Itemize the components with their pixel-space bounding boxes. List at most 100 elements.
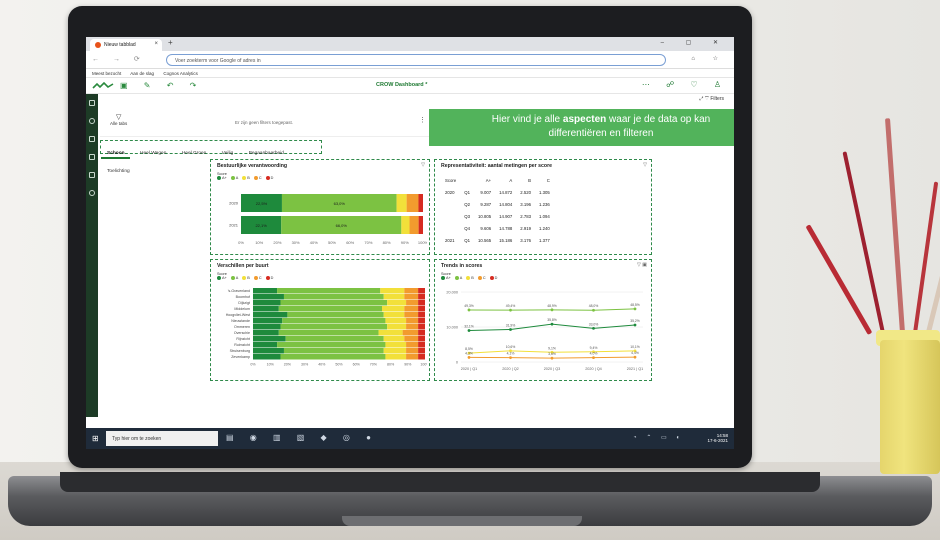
tick-label: 90% — [404, 363, 412, 367]
new-tab-button[interactable]: + — [168, 38, 173, 47]
bar-segment — [406, 300, 419, 306]
table-cell: 2021 — [445, 237, 455, 243]
panel-filter-icon[interactable]: ▽ — [421, 162, 425, 168]
header-actions[interactable]: ⋯ ☍ ♡ ♙ — [642, 80, 728, 89]
data-point — [509, 356, 512, 360]
bar-segment — [418, 330, 425, 336]
system-tray-icons[interactable]: ◔ ⌃ ▭ ◐ — [633, 434, 684, 441]
table-cell — [441, 222, 460, 234]
bar-segment — [418, 300, 425, 306]
bar-segment — [253, 306, 279, 312]
folder-icon[interactable] — [89, 154, 95, 160]
panel-bestuurlijk[interactable]: Bestuurlijke verantwoording ▽ Score A+ A B… — [210, 159, 430, 255]
close-tab-icon[interactable]: × — [154, 41, 158, 47]
dashboard-title[interactable]: CROW Dashboard * — [376, 82, 427, 88]
data-label: 35,2% — [630, 319, 640, 323]
legend-dot — [242, 276, 247, 280]
bar-segment — [278, 330, 379, 336]
panel-filter-icon[interactable]: ▽ — [643, 162, 647, 168]
legend-item: B — [242, 276, 250, 280]
taskbar-apps[interactable]: ▤ ◉ ▥ ▧ ◆ ◎ ● — [226, 433, 378, 442]
panel-title: Representativiteit: aantal metingen per … — [441, 163, 552, 169]
bar-segment — [402, 330, 419, 336]
table-cell: Q2 — [464, 201, 470, 207]
bar-segment — [404, 336, 419, 342]
home-icon[interactable] — [89, 100, 95, 106]
taskbar-clock[interactable]: 14:58 17-6-2021 — [707, 433, 728, 443]
header-tools[interactable]: ▣ ✎ ↶ ↷ — [120, 81, 203, 90]
table-cell: Q1 — [464, 237, 470, 243]
panel-representativiteit[interactable]: Representativiteit: aantal metingen per … — [434, 159, 652, 255]
data-label: 22,5% — [256, 201, 268, 206]
address-bar[interactable]: Voer zoekterm voor Google of adres in — [166, 54, 666, 66]
data-point — [633, 355, 637, 359]
data-point — [509, 308, 512, 312]
bar-segment — [406, 342, 419, 348]
windows-start-icon[interactable]: ⊞ — [92, 434, 99, 443]
bar-segment — [418, 306, 425, 312]
table-cell: 9.007 — [480, 189, 492, 195]
tab-heel-groen[interactable]: Heel Groen — [176, 147, 212, 159]
bookmark-item[interactable]: Meest bezocht — [92, 71, 121, 76]
library-icon[interactable] — [89, 172, 95, 178]
bar-segment — [418, 318, 425, 324]
legend-dot — [253, 176, 258, 180]
panel-verschillen[interactable]: Verschillen per buurt Score A+ A B C D 's-Gr… — [210, 259, 430, 381]
panel-filter-icon[interactable]: ▽ ▣ — [637, 262, 647, 268]
line-chart: 0 10.000 20.000 2020 | Q1 2020 | Q2 2020 | Q3… — [446, 291, 643, 372]
search-icon[interactable] — [89, 118, 95, 124]
taskbar-search[interactable]: Typ hier om te zoeken — [106, 431, 218, 446]
table-cell: 14.872 — [499, 189, 513, 195]
tick-label: 30% — [301, 363, 309, 367]
bookmark-item[interactable]: Cognos Analytics — [163, 71, 198, 76]
browser-tab[interactable]: Nieuw tabblad × — [90, 39, 162, 51]
data-label: 22,1% — [255, 223, 267, 228]
tick-label: 0% — [238, 240, 244, 245]
tab-toelichting[interactable]: Toelichting — [101, 165, 135, 177]
bar-segment — [406, 318, 419, 324]
legend-dot — [454, 276, 459, 280]
window-controls[interactable]: – ▢ ✕ — [661, 39, 728, 46]
bar-segment — [418, 342, 425, 348]
table-header-cell: C — [546, 177, 550, 183]
app-header: ▣ ✎ ↶ ↷ CROW Dashboard * ⋯ ☍ ♡ ♙ — [86, 78, 734, 94]
data-point — [592, 326, 595, 330]
no-filters-text: Er zijn geen filters toegepast. — [235, 120, 294, 125]
panel-title: Bestuurlijke verantwoording — [217, 163, 288, 169]
notes-icon[interactable] — [89, 136, 95, 142]
tab-veilig[interactable]: Veilig — [216, 147, 238, 159]
table-cell: 9.606 — [480, 225, 492, 231]
bar-segment — [404, 294, 419, 300]
stacked-bar-chart: 2020 2021 0% 10% 20% 30% 40% 50% 60% 70% 80% 90% 100… — [229, 194, 427, 245]
filters-button[interactable]: ⤢ ▽ Filters — [699, 96, 724, 102]
legend-item: A+ — [217, 276, 227, 280]
table-cell: 15.186 — [499, 237, 513, 243]
clock-icon[interactable] — [89, 190, 95, 196]
data-label: 63,0% — [334, 201, 346, 206]
callout-text: Hier vind je alle aspecten waar je de da… — [491, 114, 711, 139]
data-point — [467, 356, 471, 359]
all-filters-button[interactable]: ▽ Alle tabs — [110, 113, 127, 126]
tab-heel-wegen[interactable]: Heel Wegen — [134, 147, 171, 159]
tab-begaanbaarheid[interactable]: Begaanbaarheid — [243, 147, 289, 159]
table-row: 2020 Q1 9.007 14.872 2.520 1.305 — [441, 186, 554, 198]
address-bar-actions[interactable]: ⌂ ☆ — [691, 55, 726, 62]
data-point — [509, 328, 512, 331]
data-label: 33,0% — [589, 322, 599, 326]
bar-segment — [404, 312, 419, 318]
bar-segment — [380, 288, 405, 294]
tick-label: 30% — [292, 240, 300, 245]
legend-dot — [441, 276, 445, 280]
table-cell: 14.804 — [499, 201, 513, 207]
tick-label: 2020 | Q4 — [585, 367, 602, 371]
navigation-buttons[interactable]: ← → ⟳ — [92, 55, 146, 63]
bar-segment — [378, 330, 403, 336]
more-icon[interactable]: ⋮ — [419, 116, 426, 124]
panel-trends[interactable]: Trends in scores ▽ ▣ Score A+ A B C D 0 10.00… — [434, 259, 652, 381]
legend-item: C — [253, 276, 262, 280]
bar-segment — [383, 312, 405, 318]
bookmark-item[interactable]: Aan de slag — [130, 71, 154, 76]
chart-legend: Score A+ A B C D — [217, 172, 277, 180]
tick-label: 100% — [418, 240, 427, 245]
tab-schoon[interactable]: Schoon — [101, 147, 130, 159]
